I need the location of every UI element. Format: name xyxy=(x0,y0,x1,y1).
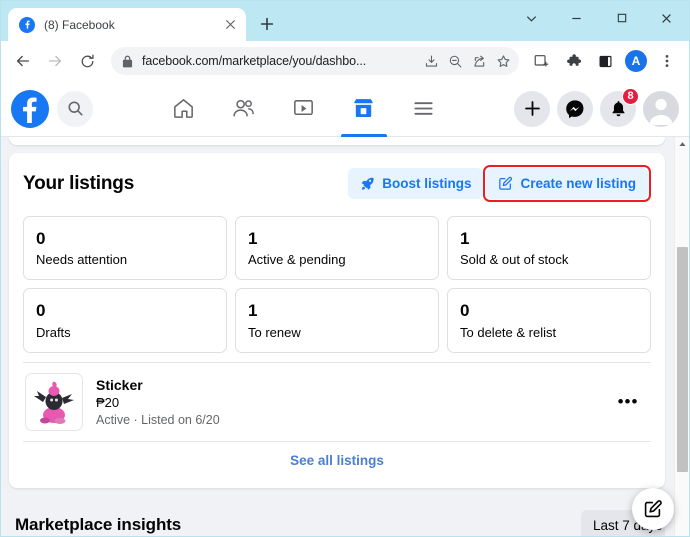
nav-tab-marketplace[interactable] xyxy=(337,81,391,137)
maximize-icon[interactable] xyxy=(599,1,644,35)
stat-label: Active & pending xyxy=(248,252,346,268)
zoom-out-icon[interactable] xyxy=(443,49,467,73)
facebook-nav-tabs xyxy=(93,81,514,137)
stats-row-2: 0 Drafts 1 To renew 0 To delete & relist xyxy=(23,288,651,353)
listing-title: Sticker xyxy=(96,376,143,393)
listing-more-options-icon[interactable]: ••• xyxy=(613,387,643,417)
page-content: Your listings Boost listings Create new xyxy=(1,137,689,536)
puzzle-piece-icon[interactable] xyxy=(559,47,587,75)
create-listing-highlight: Create new listing xyxy=(483,165,651,202)
minimize-icon[interactable] xyxy=(554,1,599,35)
three-dot-menu-icon[interactable] xyxy=(653,47,681,75)
messenger-icon[interactable] xyxy=(557,90,593,127)
tab-title: (8) Facebook xyxy=(44,17,115,32)
scrollbar-thumb[interactable] xyxy=(677,247,688,472)
stat-label: Needs attention xyxy=(36,252,128,268)
notification-badge: 8 xyxy=(622,87,639,105)
browser-window: (8) Facebook facebook.com/marketplace/yo… xyxy=(0,0,690,537)
stat-card-to-renew[interactable]: 1 To renew xyxy=(235,288,439,353)
stat-value: 0 xyxy=(36,229,46,248)
stat-value: 0 xyxy=(36,301,46,321)
listings-header: Your listings Boost listings Create new xyxy=(23,165,651,202)
page-title: Your listings xyxy=(23,172,135,194)
url-text: facebook.com/marketplace/you/dashbo... xyxy=(142,54,367,68)
account-avatar[interactable] xyxy=(643,90,679,127)
profile-avatar-button[interactable]: A xyxy=(625,50,647,72)
listing-price: ₱20 xyxy=(96,394,120,410)
stat-label: Drafts xyxy=(36,324,71,340)
stat-label: To delete & relist xyxy=(460,324,557,340)
facebook-navbar: 8 xyxy=(1,81,689,137)
screen-capture-icon[interactable] xyxy=(527,47,555,75)
pencil-square-icon xyxy=(498,176,513,191)
stat-label: Sold & out of stock xyxy=(460,252,569,268)
plush-toy-thumbnail xyxy=(25,372,83,431)
stat-card-active-pending[interactable]: 1 Active & pending xyxy=(235,216,439,281)
new-tab-icon[interactable] xyxy=(253,10,281,38)
side-panel-icon[interactable] xyxy=(591,47,619,75)
browser-tab[interactable]: (8) Facebook xyxy=(8,8,246,41)
your-listings-card: Your listings Boost listings Create new xyxy=(9,153,665,488)
share-icon[interactable] xyxy=(467,49,491,73)
window-close-icon[interactable] xyxy=(644,1,689,35)
nav-tab-home[interactable] xyxy=(157,81,211,137)
stat-value: 0 xyxy=(460,301,470,321)
previous-card-edge xyxy=(9,137,665,145)
reload-icon[interactable] xyxy=(73,47,101,75)
stat-card-sold-out-of-stock[interactable]: 1 Sold & out of stock xyxy=(447,216,651,281)
boost-rocket-icon xyxy=(360,176,375,191)
stat-label: To renew xyxy=(248,324,301,340)
facebook-nav-actions: 8 xyxy=(514,87,679,127)
stat-value: 1 xyxy=(248,229,258,248)
close-icon[interactable] xyxy=(222,17,238,33)
search-icon[interactable] xyxy=(57,90,93,127)
facebook-icon xyxy=(19,16,35,33)
install-app-icon[interactable] xyxy=(419,49,443,73)
marketplace-insights-header: Marketplace insights Last 7 days xyxy=(15,509,665,536)
stat-card-to-delete-relist[interactable]: 0 To delete & relist xyxy=(447,288,651,353)
bell-icon[interactable]: 8 xyxy=(600,87,639,127)
lock-icon xyxy=(122,55,133,68)
browser-toolbar: facebook.com/marketplace/you/dashbo... A xyxy=(1,41,689,81)
listing-item-row[interactable]: Sticker ₱20 Active · Listed on 6/20 ••• xyxy=(23,361,651,441)
back-arrow-icon[interactable] xyxy=(9,47,37,75)
stat-value: 1 xyxy=(460,229,470,248)
star-icon[interactable] xyxy=(491,49,515,73)
plus-icon[interactable] xyxy=(514,90,550,127)
compose-pencil-icon[interactable] xyxy=(632,488,674,530)
page-scrollbar[interactable] xyxy=(674,137,689,536)
stat-card-needs-attention[interactable]: 0 Needs attention xyxy=(23,216,227,281)
tab-strip: (8) Facebook xyxy=(1,1,689,41)
facebook-logo[interactable] xyxy=(11,89,49,128)
nav-tab-menu[interactable] xyxy=(397,81,451,137)
listing-status: Active · Listed on 6/20 xyxy=(96,412,220,427)
stat-card-drafts[interactable]: 0 Drafts xyxy=(23,288,227,353)
boost-listings-button[interactable]: Boost listings xyxy=(348,168,484,199)
create-new-listing-label: Create new listing xyxy=(520,176,636,191)
stat-value: 1 xyxy=(248,301,258,321)
nav-tab-video[interactable] xyxy=(277,81,331,137)
forward-arrow-icon[interactable] xyxy=(41,47,69,75)
insights-title: Marketplace insights xyxy=(15,515,182,534)
window-controls xyxy=(509,1,689,35)
scroll-up-arrow-icon[interactable] xyxy=(675,137,689,151)
see-all-listings-link[interactable]: See all listings xyxy=(23,440,651,478)
chevron-down-icon[interactable] xyxy=(509,1,554,35)
listing-details: Sticker ₱20 Active · Listed on 6/20 xyxy=(96,377,613,427)
create-new-listing-button[interactable]: Create new listing xyxy=(486,168,648,199)
address-bar[interactable]: facebook.com/marketplace/you/dashbo... xyxy=(111,47,519,75)
boost-listings-label: Boost listings xyxy=(382,176,472,191)
nav-tab-friends[interactable] xyxy=(217,81,271,137)
stats-row-1: 0 Needs attention 1 Active & pending 1 S… xyxy=(23,216,651,281)
